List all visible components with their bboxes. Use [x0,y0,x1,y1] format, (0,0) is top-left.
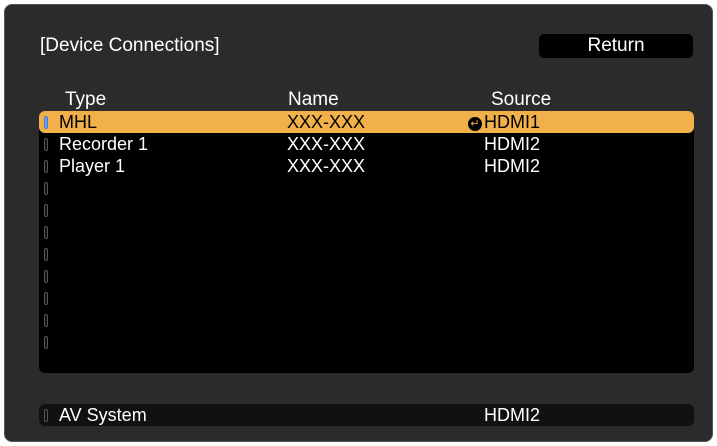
device-row-empty[interactable] [39,243,694,265]
column-header-name: Name [288,89,339,110]
av-system-row[interactable]: AV System HDMI2 [39,404,694,426]
device-connections-dialog: [Device Connections] Return Type Name So… [4,4,713,442]
column-header-source: Source [491,89,552,110]
device-row-empty[interactable] [39,265,694,287]
row-marker [44,409,48,422]
row-marker [44,182,48,195]
device-row-empty[interactable] [39,331,694,353]
device-row-empty[interactable] [39,177,694,199]
device-row-empty[interactable] [39,199,694,221]
device-row-recorder-1[interactable]: Recorder 1 XXX-XXX HDMI2 [39,133,694,155]
row-marker [44,314,48,327]
device-source: HDMI2 [484,134,541,154]
av-system-source: HDMI2 [484,405,541,425]
dialog-title: [Device Connections] [40,35,220,56]
device-type: MHL [59,112,98,132]
row-marker [44,248,48,261]
device-row-empty[interactable] [39,309,694,331]
device-row-empty[interactable] [39,287,694,309]
device-type: Player 1 [59,156,126,176]
row-marker [44,270,48,283]
row-marker [44,292,48,305]
row-marker [44,226,48,239]
device-name: XXX-XXX [287,112,366,132]
device-list: MHL XXX-XXX ↵ HDMI1 Recorder 1 XXX-XXX HD… [39,111,694,373]
device-row-mhl[interactable]: MHL XXX-XXX ↵ HDMI1 [39,111,694,133]
column-header-type: Type [65,89,107,110]
device-row-player-1[interactable]: Player 1 XXX-XXX HDMI2 [39,155,694,177]
row-marker [44,336,48,349]
device-source: ↵ HDMI1 [468,111,540,133]
return-button[interactable]: Return [539,34,693,58]
row-marker [44,204,48,217]
row-marker [44,138,48,151]
device-source-label: HDMI1 [484,112,541,132]
device-type: Recorder 1 [59,134,149,154]
device-source: HDMI2 [484,156,541,176]
device-name: XXX-XXX [287,134,366,154]
active-source-icon: ↵ [468,117,482,131]
device-row-empty[interactable] [39,221,694,243]
column-header: Type Name Source [5,89,712,111]
device-name: XXX-XXX [287,156,366,176]
row-marker [44,116,48,129]
row-marker [44,160,48,173]
av-system-label: AV System [59,405,147,425]
